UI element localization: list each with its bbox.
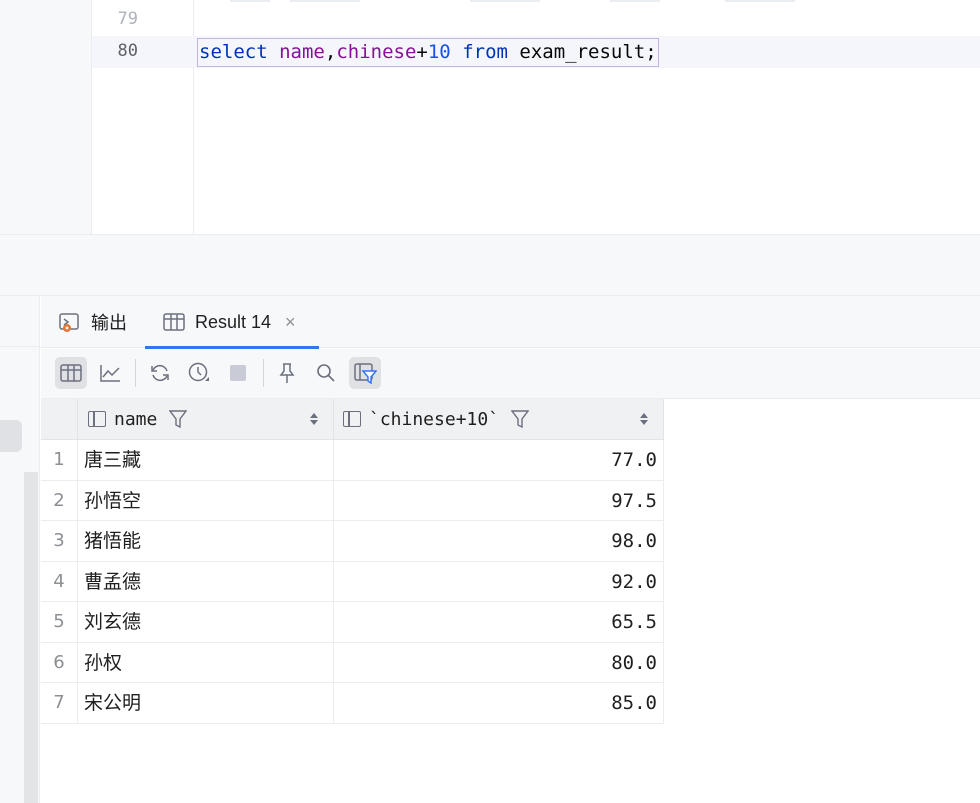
- name-cell[interactable]: 刘玄德: [78, 602, 334, 642]
- chinese-plus-10-cell[interactable]: 98.0: [334, 521, 664, 561]
- results-toolbar: [41, 349, 980, 399]
- table-icon: [163, 312, 185, 332]
- column-header-chinese-plus-10[interactable]: `chinese+10`: [334, 399, 664, 440]
- previous-line-fragment: [610, 0, 660, 2]
- table-row[interactable]: 5 刘玄德 65.5: [41, 602, 664, 643]
- sort-icon[interactable]: [639, 411, 649, 427]
- filter-icon[interactable]: [169, 409, 188, 429]
- previous-line-fragment: [725, 0, 795, 2]
- chart-view-icon: [100, 365, 120, 382]
- line-number: 80: [117, 41, 138, 61]
- name-cell[interactable]: 曹孟德: [78, 561, 334, 601]
- filter-icon[interactable]: [511, 409, 530, 429]
- keyword-select: select: [199, 41, 268, 63]
- table-row[interactable]: 3 猪悟能 98.0: [41, 521, 664, 562]
- row-number: 5: [41, 602, 78, 642]
- sql-statement[interactable]: select name,chinese+10 from exam_result;: [197, 38, 659, 67]
- column-icon: [88, 411, 106, 427]
- refresh-icon: [151, 364, 169, 382]
- search-icon: [317, 364, 335, 382]
- chinese-plus-10-cell[interactable]: 92.0: [334, 561, 664, 601]
- previous-line-fragment: [230, 0, 270, 2]
- column-name: name: [279, 41, 325, 63]
- plus-operator: +: [416, 41, 428, 63]
- table-view-icon: [60, 364, 82, 382]
- tab-result-14[interactable]: Result 14 ×: [145, 296, 319, 349]
- table-row[interactable]: 6 孙权 80.0: [41, 642, 664, 683]
- name-cell[interactable]: 宋公明: [78, 683, 334, 723]
- chinese-plus-10-cell[interactable]: 85.0: [334, 683, 664, 723]
- chinese-plus-10-cell[interactable]: 80.0: [334, 642, 664, 682]
- side-scrollbar[interactable]: [24, 472, 38, 803]
- toolbar-separator: [135, 359, 136, 387]
- table-row[interactable]: 1 唐三藏 77.0: [41, 440, 664, 481]
- row-number: 6: [41, 642, 78, 682]
- pin-icon: [279, 363, 295, 383]
- chart-view-button[interactable]: [94, 357, 126, 389]
- selected-tree-node[interactable]: [0, 420, 22, 452]
- sort-icon[interactable]: [309, 411, 319, 427]
- semicolon: ;: [645, 41, 657, 63]
- chinese-plus-10-cell[interactable]: 65.5: [334, 602, 664, 642]
- table-name: exam_result: [519, 41, 646, 63]
- row-number: 2: [41, 480, 78, 520]
- row-number: 1: [41, 440, 78, 480]
- history-icon: [188, 362, 209, 382]
- row-number-header: [41, 399, 78, 440]
- table-view-button[interactable]: [55, 357, 87, 389]
- number-literal: 10: [427, 41, 451, 63]
- stop-button[interactable]: [222, 357, 254, 389]
- pin-tab-button[interactable]: [271, 357, 303, 389]
- tab-result-label: Result 14: [195, 311, 272, 332]
- result-grid[interactable]: name `chinese+10` 1 唐三藏 77.0 2 孙悟空 97.5 …: [41, 399, 980, 803]
- keyword-from: from: [462, 41, 508, 63]
- column-chinese: chinese: [336, 41, 417, 63]
- name-cell[interactable]: 猪悟能: [78, 521, 334, 561]
- column-icon: [343, 411, 361, 427]
- row-number: 4: [41, 561, 78, 601]
- filter-toggle-icon: [354, 363, 377, 384]
- results-tab-bar: 输出 Result 14 ×: [41, 296, 980, 349]
- tab-output-label: 输出: [91, 313, 127, 333]
- history-button[interactable]: [183, 357, 215, 389]
- column-header-name[interactable]: name: [78, 399, 334, 440]
- table-row[interactable]: 4 曹孟德 92.0: [41, 561, 664, 602]
- console-output-icon: [59, 312, 81, 332]
- divider: [0, 346, 40, 347]
- name-cell[interactable]: 唐三藏: [78, 440, 334, 480]
- tab-output[interactable]: 输出: [59, 296, 127, 348]
- filter-toggle-button[interactable]: [349, 357, 381, 389]
- editor-left-panel: [0, 0, 92, 234]
- line-number: 79: [117, 9, 138, 29]
- row-number: 3: [41, 521, 78, 561]
- refresh-button[interactable]: [144, 357, 176, 389]
- column-header-label: `chinese+10`: [369, 408, 500, 430]
- services-side-panel: [0, 296, 40, 803]
- panel-splitter[interactable]: [0, 234, 980, 296]
- close-icon[interactable]: ×: [285, 312, 296, 333]
- row-number: 7: [41, 683, 78, 723]
- table-row[interactable]: 2 孙悟空 97.5: [41, 480, 664, 521]
- column-header-label: name: [114, 408, 158, 430]
- previous-line-fragment: [470, 0, 540, 2]
- stop-icon: [230, 365, 246, 381]
- toolbar-separator: [263, 359, 264, 387]
- name-cell[interactable]: 孙权: [78, 642, 334, 682]
- name-cell[interactable]: 孙悟空: [78, 480, 334, 520]
- comma: ,: [324, 41, 337, 63]
- previous-line-fragment: [290, 0, 360, 2]
- table-row[interactable]: 7 宋公明 85.0: [41, 683, 664, 724]
- chinese-plus-10-cell[interactable]: 97.5: [334, 480, 664, 520]
- sql-editor[interactable]: 79 80 select name,chinese+10 from exam_r…: [0, 0, 980, 234]
- chinese-plus-10-cell[interactable]: 77.0: [334, 440, 664, 480]
- search-button[interactable]: [310, 357, 342, 389]
